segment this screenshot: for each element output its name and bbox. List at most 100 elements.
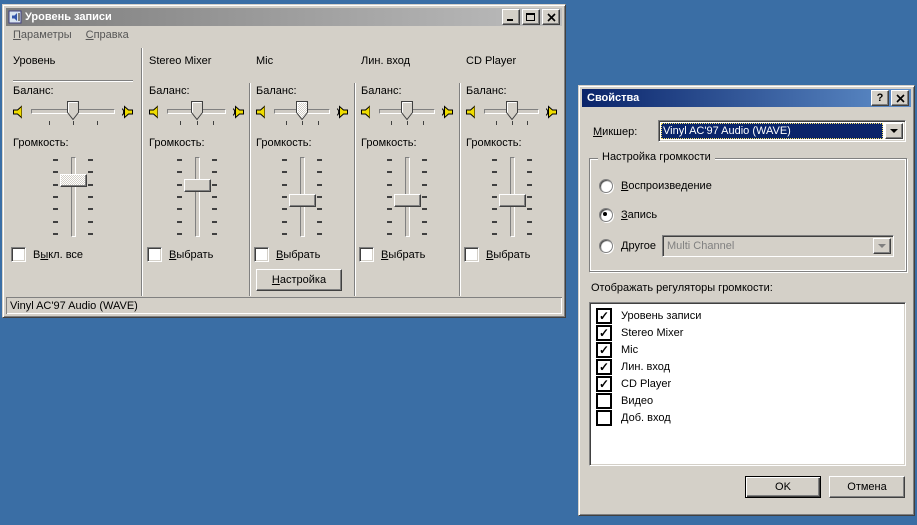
volume-track[interactable]: [195, 157, 200, 237]
channel-column-cd-player: CD Player Баланс: Громкость: ✓ В: [462, 49, 561, 297]
balance-label: Баланс:: [149, 85, 190, 97]
help-button[interactable]: ?: [871, 90, 889, 106]
balance-tick: [496, 121, 497, 125]
radio-other[interactable]: Другое: [599, 239, 656, 253]
balance-slider[interactable]: [31, 99, 115, 125]
select-checkbox[interactable]: ✓ Выбрать: [254, 247, 320, 262]
combobox-value: Multi Channel: [665, 238, 871, 254]
checkbox-box[interactable]: ✓: [147, 247, 162, 262]
channel-column-stereo-mixer: Stereo Mixer Баланс: Громкость: ✓: [145, 49, 248, 297]
close-button[interactable]: [542, 9, 560, 25]
ok-button[interactable]: OK: [745, 476, 821, 498]
volume-thumb[interactable]: [499, 194, 526, 207]
list-item[interactable]: ✓ CD Player: [590, 375, 905, 392]
properties-titlebar[interactable]: Свойства ?: [582, 89, 911, 107]
volume-label: Громкость:: [149, 137, 205, 149]
minimize-button[interactable]: [502, 9, 520, 25]
balance-thumb[interactable]: [296, 101, 308, 120]
speaker-right-icon: [119, 104, 135, 120]
menu-help[interactable]: Справка: [79, 27, 136, 43]
close-button[interactable]: [891, 90, 909, 106]
chevron-down-icon: [890, 129, 898, 137]
status-bar: Vinyl AC'97 Audio (WAVE): [6, 297, 562, 314]
volume-track[interactable]: [71, 157, 76, 237]
checkbox-box[interactable]: ✓: [254, 247, 269, 262]
cancel-button[interactable]: Отмена: [829, 476, 905, 498]
channel-title: Лин. вход: [361, 55, 410, 67]
volume-thumb[interactable]: [289, 194, 316, 207]
speaker-left-icon: [11, 104, 27, 120]
mixer-device-combobox[interactable]: Vinyl AC'97 Audio (WAVE): [658, 120, 906, 142]
balance-thumb[interactable]: [191, 101, 203, 120]
advanced-button[interactable]: Настройка: [256, 269, 342, 291]
list-item[interactable]: ✓ Уровень записи: [590, 307, 905, 324]
volume-thumb[interactable]: [394, 194, 421, 207]
balance-slider[interactable]: [274, 99, 330, 125]
volume-label: Громкость:: [256, 137, 312, 149]
radio-circle[interactable]: [599, 208, 613, 222]
volume-controls-listbox[interactable]: ✓ Уровень записи ✓ Stereo Mixer ✓ Mic ✓ …: [589, 302, 906, 466]
select-checkbox[interactable]: ✓ Выбрать: [359, 247, 425, 262]
list-item[interactable]: ✓ Mic: [590, 341, 905, 358]
volume-slider[interactable]: [45, 155, 101, 239]
volume-slider[interactable]: [169, 155, 225, 239]
checkbox-box[interactable]: ✓: [464, 247, 479, 262]
checkbox-box[interactable]: ✓: [596, 342, 612, 358]
balance-label: Баланс:: [361, 85, 402, 97]
checkbox-box[interactable]: ✓: [11, 247, 26, 262]
checkbox-label: Выбрать: [169, 249, 213, 261]
radio-recording[interactable]: Запись: [599, 208, 657, 222]
channel-title: Mic: [256, 55, 273, 67]
volume-label: Громкость:: [466, 137, 522, 149]
mixer-titlebar[interactable]: Уровень записи: [6, 8, 562, 26]
balance-slider[interactable]: [484, 99, 539, 125]
radio-playback[interactable]: Воспроизведение: [599, 179, 712, 193]
volume-thumb[interactable]: [60, 174, 87, 187]
list-item[interactable]: ✓ Лин. вход: [590, 358, 905, 375]
window-title: Уровень записи: [22, 11, 502, 23]
checkbox-box[interactable]: ✓: [359, 247, 374, 262]
volume-thumb[interactable]: [184, 179, 211, 192]
list-item[interactable]: ✓ Доб. вход: [590, 409, 905, 426]
select-checkbox[interactable]: ✓ Выбрать: [147, 247, 213, 262]
checkbox-box[interactable]: ✓: [596, 308, 612, 324]
column-separator: [354, 83, 356, 296]
volume-label: Громкость:: [13, 137, 69, 149]
list-item[interactable]: ✓ Видео: [590, 392, 905, 409]
checkbox-box[interactable]: ✓: [596, 410, 612, 426]
volume-ticks: [282, 159, 287, 235]
dialog-title: Свойства: [584, 92, 871, 104]
checkmark: ✓: [599, 344, 609, 356]
menu-options[interactable]: Параметры: [6, 27, 79, 43]
volume-ticks: [527, 159, 532, 235]
channel-title: Уровень: [13, 55, 55, 67]
balance-slider[interactable]: [379, 99, 435, 125]
balance-thumb[interactable]: [506, 101, 518, 120]
mute-all-checkbox[interactable]: ✓ Выкл. все: [11, 247, 83, 262]
select-checkbox[interactable]: ✓ Выбрать: [464, 247, 530, 262]
balance-tick: [213, 121, 214, 125]
show-controls-label: Отображать регуляторы громкости:: [591, 282, 773, 294]
speaker-right-icon: [439, 104, 455, 120]
volume-slider[interactable]: [379, 155, 435, 239]
checkbox-box[interactable]: ✓: [596, 376, 612, 392]
checkbox-box[interactable]: ✓: [596, 393, 612, 409]
balance-tick: [318, 121, 319, 125]
balance-slider[interactable]: [167, 99, 226, 125]
maximize-button[interactable]: [522, 9, 540, 25]
volume-control-icon: [8, 10, 22, 24]
radio-circle[interactable]: [599, 179, 613, 193]
volume-ticks: [422, 159, 427, 235]
mixer-device-label: Микшер:: [593, 126, 637, 138]
checkbox-box[interactable]: ✓: [596, 325, 612, 341]
balance-thumb[interactable]: [401, 101, 413, 120]
volume-slider[interactable]: [274, 155, 330, 239]
radio-circle[interactable]: [599, 239, 613, 253]
volume-ticks: [53, 159, 58, 235]
balance-thumb[interactable]: [67, 101, 79, 120]
checkbox-box[interactable]: ✓: [596, 359, 612, 375]
combobox-dropdown-button[interactable]: [885, 123, 903, 139]
list-item[interactable]: ✓ Stereo Mixer: [590, 324, 905, 341]
balance-control: [359, 99, 455, 125]
volume-slider[interactable]: [484, 155, 540, 239]
